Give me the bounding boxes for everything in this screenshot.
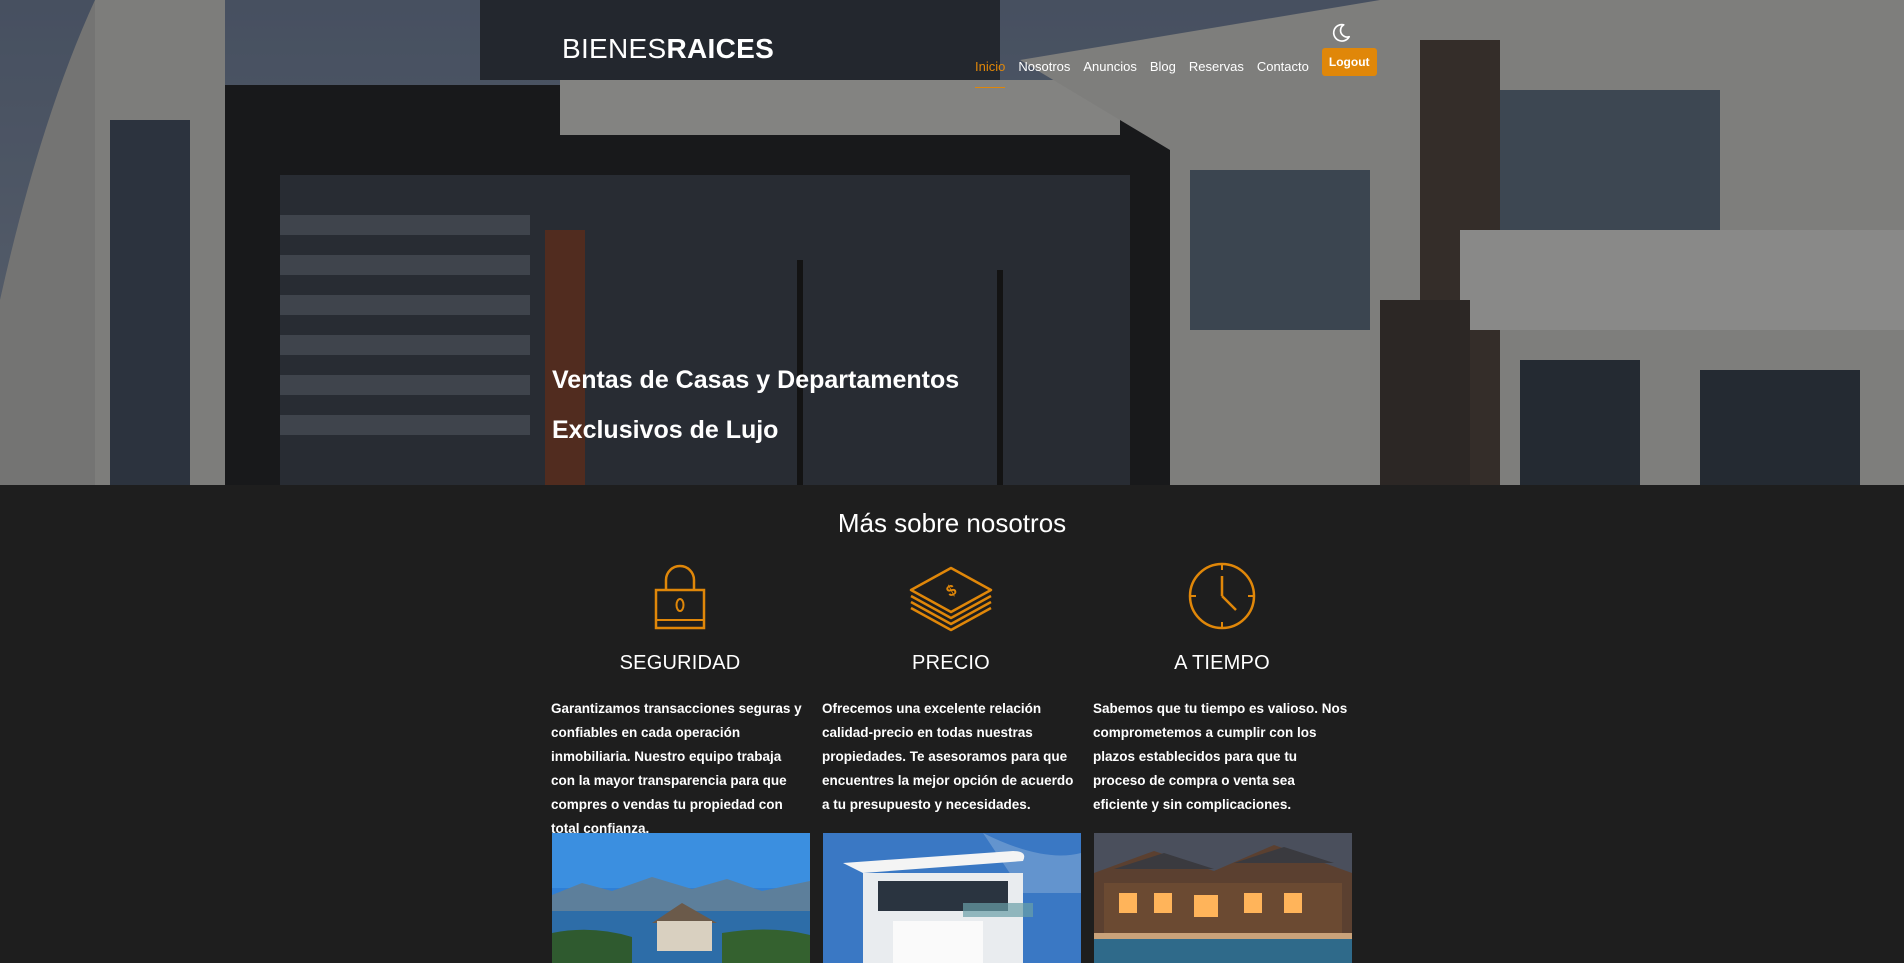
lodge-house-image xyxy=(1094,833,1352,963)
hero-section: BIENESRAICES Inicio Nosotros Anuncios Bl… xyxy=(0,0,1904,485)
hero-heading-line-1: Ventas de Casas y Departamentos xyxy=(552,366,960,394)
nav-link-nosotros[interactable]: Nosotros xyxy=(1018,59,1070,88)
site-logo[interactable]: BIENESRAICES xyxy=(562,33,774,65)
lock-icon xyxy=(654,564,706,630)
hero-heading-line-2: Exclusivos de Lujo xyxy=(552,416,779,444)
property-image-lake-house[interactable] xyxy=(552,833,810,963)
about-section-title: Más sobre nosotros xyxy=(837,508,1067,538)
property-image-lodge-house[interactable] xyxy=(1094,833,1352,963)
feature-seguridad: SEGURIDAD Garantizamos transacciones seg… xyxy=(551,560,809,841)
nav-link-reservas[interactable]: Reservas xyxy=(1189,59,1244,88)
logo-text-thin: BIENES xyxy=(562,33,667,64)
feature-title-seguridad: SEGURIDAD xyxy=(619,652,741,674)
feature-precio: $ PRECIO Ofrecemos una excelente relació… xyxy=(822,560,1080,817)
clock-icon xyxy=(1188,562,1256,630)
svg-text:$: $ xyxy=(944,582,960,601)
feature-text-a-tiempo: Sabemos que tu tiempo es valioso. Nos co… xyxy=(1093,701,1348,812)
site-header: BIENESRAICES Inicio Nosotros Anuncios Bl… xyxy=(0,0,1904,90)
dark-mode-toggle-icon[interactable] xyxy=(1330,22,1352,44)
nav-link-inicio[interactable]: Inicio xyxy=(975,59,1006,88)
lake-house-image xyxy=(552,833,810,963)
property-image-modern-house[interactable] xyxy=(823,833,1081,963)
modern-house-image xyxy=(823,833,1081,963)
main-navigation: Inicio Nosotros Anuncios Blog Reservas C… xyxy=(975,47,1377,88)
nav-link-blog[interactable]: Blog xyxy=(1150,59,1176,88)
feature-text-precio: Ofrecemos una excelente relación calidad… xyxy=(822,701,1074,812)
feature-a-tiempo: A TIEMPO Sabemos que tu tiempo es valios… xyxy=(1093,560,1351,817)
nav-link-anuncios[interactable]: Anuncios xyxy=(1083,59,1136,88)
nav-link-contacto[interactable]: Contacto xyxy=(1257,59,1309,88)
logout-button[interactable]: Logout xyxy=(1321,47,1377,76)
logo-text-bold: RAICES xyxy=(666,33,775,64)
feature-title-precio: PRECIO xyxy=(912,652,990,674)
feature-text-seguridad: Garantizamos transacciones seguras y con… xyxy=(551,701,802,836)
money-icon: $ xyxy=(909,566,993,632)
hero-heading: Ventas de Casas y Departamentos Exclusiv… xyxy=(552,355,959,455)
feature-title-a-tiempo: A TIEMPO xyxy=(1174,652,1270,674)
